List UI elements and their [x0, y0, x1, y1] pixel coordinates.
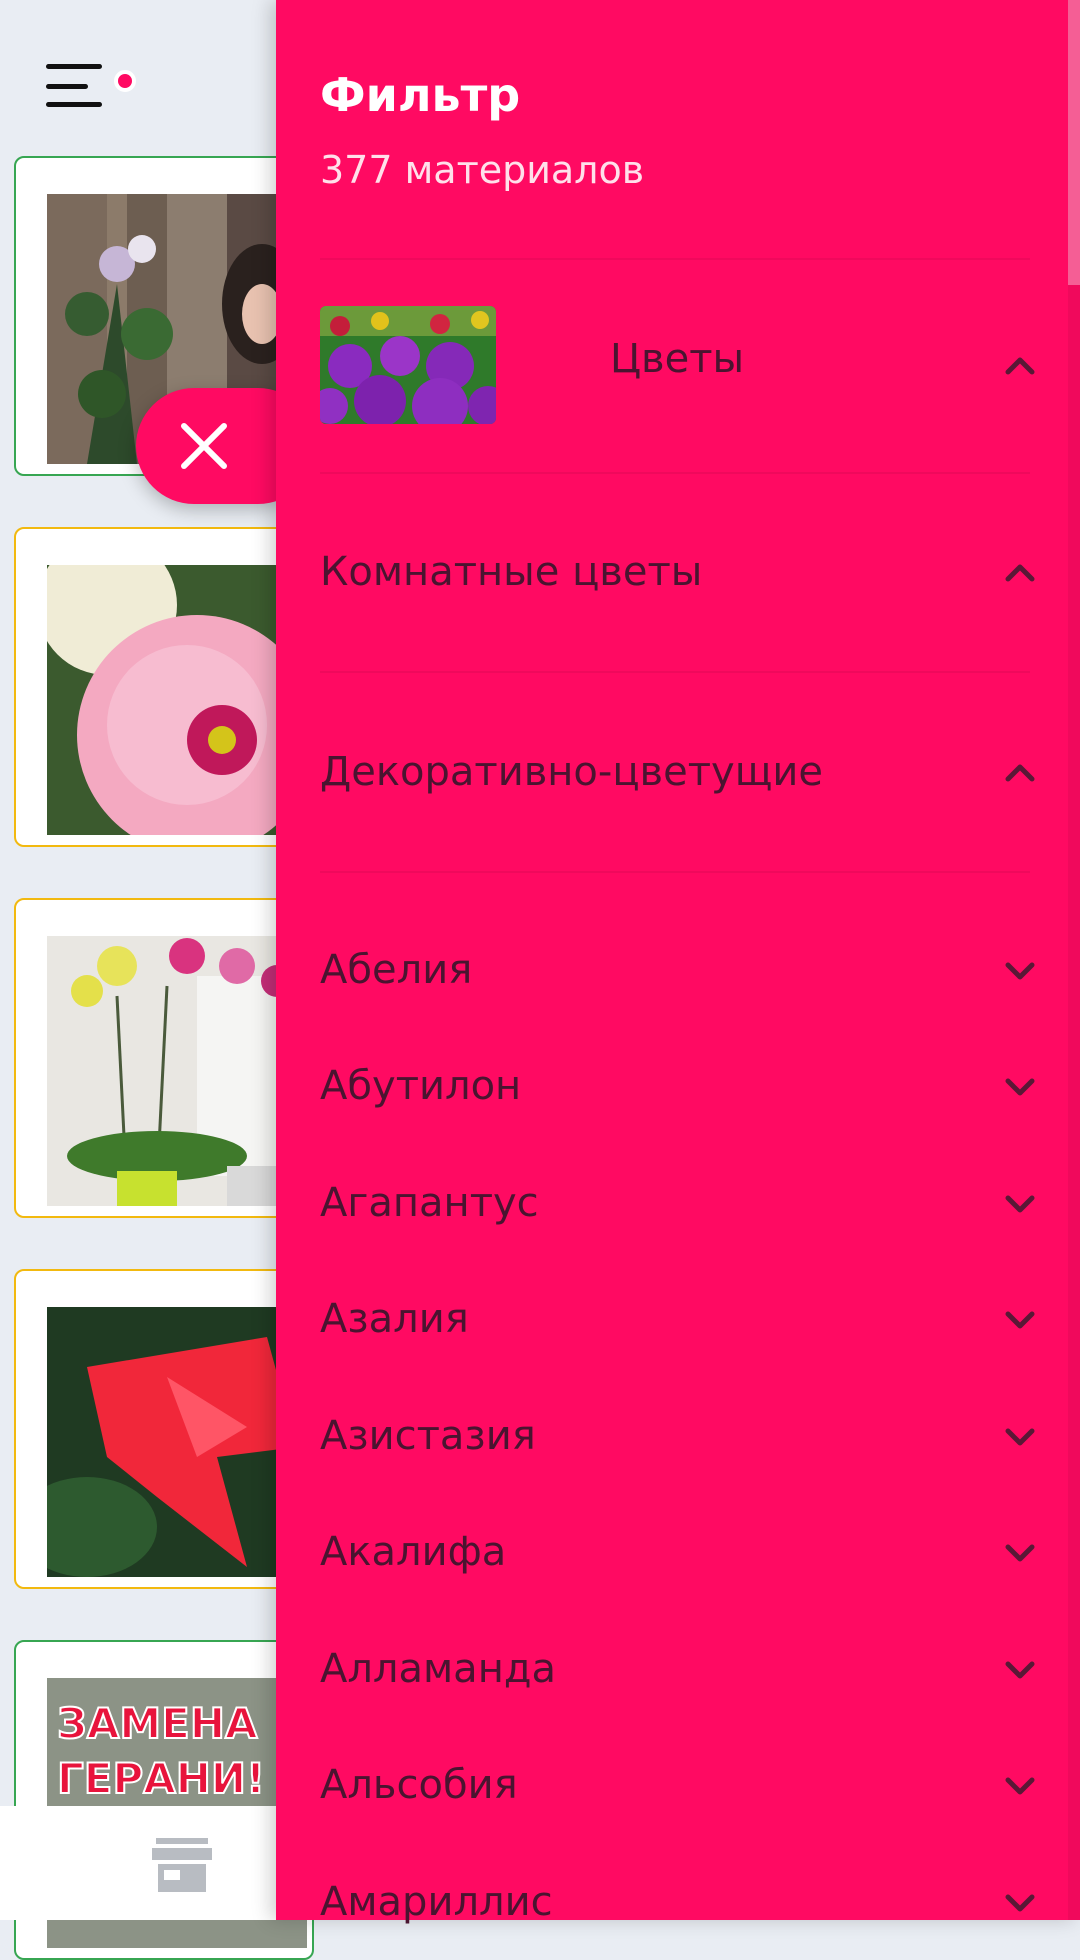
filter-drawer: Фильтр 377 материалов Цветы Комнатные цв…	[276, 0, 1080, 1925]
bottom-navigation	[0, 1806, 300, 1920]
chevron-up-icon[interactable]	[1000, 753, 1040, 793]
divider	[320, 258, 1030, 260]
list-item[interactable]: Азалия	[320, 1290, 1040, 1350]
divider	[320, 472, 1030, 474]
card-image	[47, 936, 307, 1206]
chevron-up-icon[interactable]	[1000, 346, 1040, 386]
chevron-down-icon[interactable]	[1000, 1766, 1040, 1806]
divider	[320, 871, 1030, 873]
menu-button[interactable]	[46, 60, 146, 120]
list-item[interactable]: Алламанда	[320, 1640, 1040, 1700]
item-label: Абелия	[320, 947, 473, 993]
card[interactable]	[14, 898, 314, 1218]
item-label: Агапантус	[320, 1180, 539, 1226]
item-label: Алламанда	[320, 1646, 557, 1692]
category-flowers[interactable]: Цветы	[320, 306, 1040, 424]
chevron-down-icon[interactable]	[1000, 1300, 1040, 1340]
item-label: Альсобия	[320, 1762, 518, 1808]
card[interactable]	[14, 527, 314, 847]
store-icon[interactable]	[150, 1838, 214, 1894]
list-item[interactable]: Абелия	[320, 941, 1040, 1001]
chevron-down-icon[interactable]	[1000, 1883, 1040, 1923]
card-image	[47, 565, 307, 835]
chevron-down-icon[interactable]	[1000, 1417, 1040, 1457]
item-label: Абутилон	[320, 1063, 522, 1109]
card-image	[47, 1307, 307, 1577]
item-label: Акалифа	[320, 1529, 507, 1575]
list-item[interactable]: Альсобия	[320, 1756, 1040, 1816]
list-item[interactable]: Азистазия	[320, 1407, 1040, 1467]
scrollbar[interactable]	[1068, 0, 1080, 1920]
chevron-down-icon[interactable]	[1000, 951, 1040, 991]
item-label: Амариллис	[320, 1879, 553, 1925]
card[interactable]	[14, 1269, 314, 1589]
close-icon	[181, 423, 227, 469]
list-item[interactable]: Амариллис	[320, 1873, 1040, 1933]
materials-count: 377 материалов	[320, 148, 645, 192]
chevron-down-icon[interactable]	[1000, 1184, 1040, 1224]
chevron-down-icon[interactable]	[1000, 1067, 1040, 1107]
list-item[interactable]: Акалифа	[320, 1523, 1040, 1583]
svg-text:ГЕРАНИ!: ГЕРАНИ!	[57, 1754, 265, 1803]
item-label: Азистазия	[320, 1413, 536, 1459]
section-label: Декоративно-цветущие	[320, 749, 823, 795]
drawer-title: Фильтр	[320, 68, 521, 122]
svg-text:ЗАМЕНА: ЗАМЕНА	[57, 1699, 258, 1748]
chevron-up-icon[interactable]	[1000, 553, 1040, 593]
section-label: Комнатные цветы	[320, 549, 703, 595]
divider	[320, 671, 1030, 673]
notification-dot	[114, 70, 136, 92]
section-decorative-flowering[interactable]: Декоративно-цветущие	[320, 743, 1040, 803]
section-indoor-flowers[interactable]: Комнатные цветы	[320, 543, 1040, 603]
list-item[interactable]: Агапантус	[320, 1174, 1040, 1234]
category-image	[320, 306, 496, 424]
chevron-down-icon[interactable]	[1000, 1533, 1040, 1573]
chevron-down-icon[interactable]	[1000, 1650, 1040, 1690]
category-label: Цветы	[610, 336, 745, 382]
list-item[interactable]: Абутилон	[320, 1057, 1040, 1117]
item-label: Азалия	[320, 1296, 469, 1342]
